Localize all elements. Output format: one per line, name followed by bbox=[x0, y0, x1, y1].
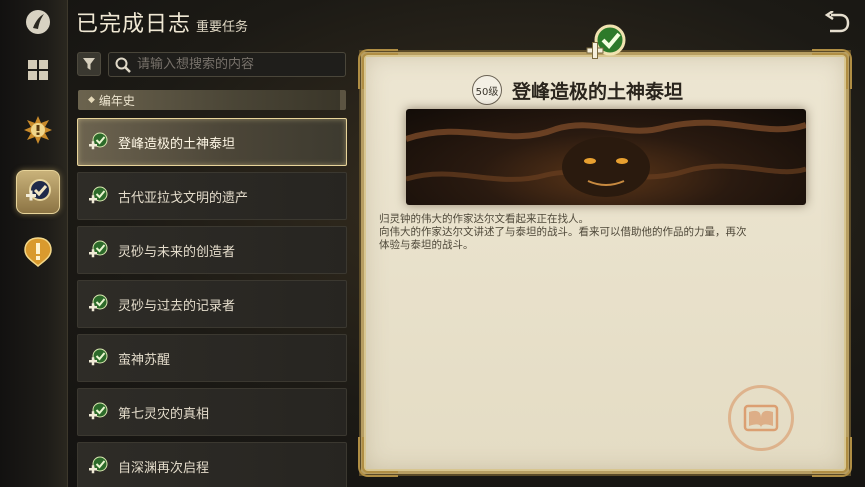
search-icon bbox=[115, 57, 131, 73]
description-line: 向伟大的作家达尔文讲述了与泰坦的战斗。看来可以借助他的作品的力量，再次 bbox=[379, 226, 747, 238]
check-plus-icon bbox=[89, 240, 108, 258]
back-button[interactable] bbox=[823, 8, 851, 36]
logo-icon[interactable] bbox=[22, 6, 54, 38]
quest-label: 灵砂与过去的记录者 bbox=[118, 298, 236, 314]
quest-label: 自深渊再次启程 bbox=[118, 460, 210, 476]
quest-label: 古代亚拉戈文明的遗产 bbox=[118, 190, 249, 206]
level-badge: 50级 bbox=[472, 75, 502, 105]
check-plus-icon bbox=[89, 294, 108, 312]
quest-title: 登峰造极的土神泰坦 bbox=[512, 81, 684, 103]
check-plus-icon bbox=[89, 186, 108, 204]
completed-emblem-icon bbox=[584, 21, 630, 67]
check-plus-icon bbox=[89, 348, 108, 366]
filter-button[interactable] bbox=[77, 52, 101, 76]
quest-list[interactable]: 登峰造极的土神泰坦 古代亚拉戈文明的遗产 灵砂与未来的创造者 灵砂与过去的记录者 bbox=[76, 116, 350, 487]
category-label: 编年史 bbox=[98, 93, 135, 108]
search-bar[interactable] bbox=[108, 52, 346, 77]
frame-ornament bbox=[812, 437, 852, 477]
spiked-exclamation-icon bbox=[24, 116, 52, 144]
quest-description: 归灵钟的伟大的作家达尔文看起来正在找人。 向伟大的作家达尔文讲述了与泰坦的战斗。… bbox=[379, 213, 839, 252]
return-arrow-icon bbox=[824, 11, 850, 33]
quest-label: 灵砂与未来的创造者 bbox=[118, 244, 236, 260]
check-plus-icon bbox=[26, 179, 51, 201]
quest-label: 第七灵灾的真相 bbox=[118, 406, 210, 422]
search-input[interactable] bbox=[137, 57, 337, 72]
quest-item[interactable]: 自深渊再次启程 bbox=[77, 442, 347, 487]
page-title: 已完成日志 bbox=[76, 12, 192, 37]
grid-menu-button[interactable] bbox=[16, 48, 60, 92]
quest-detail-panel: 50级 登峰造极的土神泰坦 归灵钟的伟大的作家达尔文看起来正在找人。 向伟大的作… bbox=[358, 24, 852, 477]
quest-item[interactable]: 古代亚拉戈文明的遗产 bbox=[77, 172, 347, 220]
diamond-icon: ◆ bbox=[88, 95, 95, 105]
description-line: 体验与泰坦的战斗。 bbox=[379, 239, 474, 251]
exclamation-icon bbox=[24, 237, 52, 267]
quest-item[interactable]: 第七灵灾的真相 bbox=[77, 388, 347, 436]
fate-quest-button[interactable] bbox=[16, 108, 60, 152]
quest-item[interactable]: 蛮神苏醒 bbox=[77, 334, 347, 382]
frame-ornament bbox=[358, 49, 398, 89]
frame-ornament bbox=[812, 49, 852, 89]
check-plus-icon bbox=[89, 402, 108, 420]
frame-ornament bbox=[358, 437, 398, 477]
completed-log-button[interactable] bbox=[16, 170, 60, 214]
page-subtitle: 重要任务 bbox=[196, 20, 249, 35]
main-quest-button[interactable] bbox=[16, 230, 60, 274]
quest-banner-image bbox=[406, 109, 806, 205]
quest-item[interactable]: 登峰造极的土神泰坦 bbox=[77, 118, 347, 166]
quest-item[interactable]: 灵砂与未来的创造者 bbox=[77, 226, 347, 274]
grid-icon bbox=[28, 60, 48, 80]
check-plus-icon bbox=[89, 456, 108, 474]
quest-label: 登峰造极的土神泰坦 bbox=[118, 136, 236, 152]
book-stamp-icon bbox=[728, 385, 794, 451]
category-header[interactable]: ◆ 编年史 bbox=[78, 90, 346, 110]
quest-item[interactable]: 灵砂与过去的记录者 bbox=[77, 280, 347, 328]
check-plus-icon bbox=[89, 132, 108, 150]
left-rail bbox=[0, 0, 68, 487]
description-line: 归灵钟的伟大的作家达尔文看起来正在找人。 bbox=[379, 213, 589, 225]
quest-label: 蛮神苏醒 bbox=[118, 352, 171, 368]
filter-icon bbox=[83, 58, 95, 70]
